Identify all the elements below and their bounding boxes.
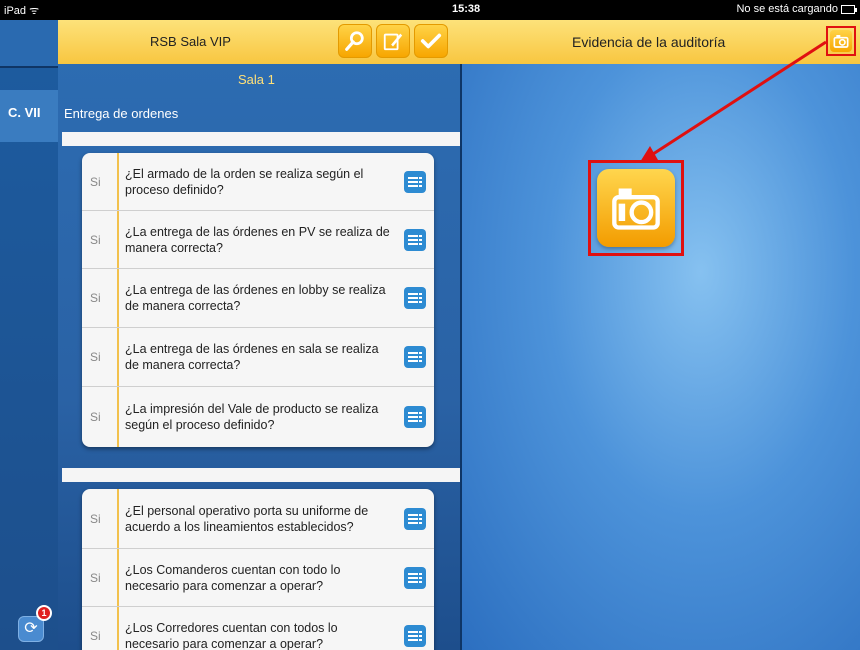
notes-button[interactable] [404, 287, 426, 309]
camera-button[interactable] [826, 26, 856, 56]
question-text: ¿La entrega de las órdenes en sala se re… [125, 342, 379, 372]
group-divider [62, 132, 460, 146]
questions-header: RSB Sala VIP [58, 20, 462, 64]
search-icon [345, 31, 364, 51]
evidence-title: Evidencia de la auditoría [572, 34, 726, 50]
notes-button[interactable] [404, 346, 426, 368]
question-row[interactable]: Si ¿El personal operativo porta su unifo… [82, 489, 434, 549]
question-row[interactable]: Si ¿La entrega de las órdenes en PV se r… [82, 211, 434, 269]
notes-button[interactable] [404, 507, 426, 530]
search-button[interactable] [338, 24, 372, 58]
left-nav-label: C. VII [8, 105, 41, 120]
question-text: ¿La entrega de las órdenes en lobby se r… [125, 283, 386, 313]
notes-button[interactable] [404, 406, 426, 428]
edit-button[interactable] [376, 24, 410, 58]
charging-status: No se está cargando [736, 3, 838, 15]
answer-value: Si [90, 350, 101, 364]
camera-icon [612, 188, 660, 230]
answer-value: Si [90, 291, 101, 305]
question-group: Si ¿El personal operativo porta su unifo… [82, 489, 434, 650]
answer-value: Si [90, 232, 101, 247]
answer-value: Si [90, 570, 101, 585]
question-text: ¿El armado de la orden se realiza según … [125, 166, 364, 197]
evidence-panel: Evidencia de la auditoría [462, 20, 860, 650]
question-row[interactable]: Si ¿La entrega de las órdenes en lobby s… [82, 269, 434, 328]
left-navigation: C. VII [0, 20, 60, 650]
questions-panel: RSB Sala VIP Sala 1 Entrega de ordenes S… [58, 20, 462, 650]
battery-icon [841, 5, 857, 14]
question-text: ¿La impresión del Vale de producto se re… [125, 402, 379, 432]
page-title: RSB Sala VIP [150, 34, 231, 49]
sync-badge: 1 [36, 605, 52, 621]
camera-icon [833, 35, 849, 48]
question-row[interactable]: Si ¿La entrega de las órdenes en sala se… [82, 328, 434, 387]
answer-value: Si [90, 629, 101, 643]
confirm-button[interactable] [414, 24, 448, 58]
question-row[interactable]: Si ¿Los Comanderos cuentan con todo lo n… [82, 549, 434, 607]
answer-value: Si [90, 174, 101, 189]
question-text: ¿Los Corredores cuentan con todos lo nec… [125, 621, 338, 650]
question-row[interactable]: Si ¿Los Corredores cuentan con todos lo … [82, 607, 434, 650]
section-title: Sala 1 [238, 72, 275, 87]
notes-button[interactable] [404, 228, 426, 251]
question-text: ¿Los Comanderos cuentan con todo lo nece… [125, 562, 341, 593]
left-header [0, 20, 60, 68]
camera-highlight [588, 160, 684, 256]
sync-icon: ⟳ [24, 620, 38, 637]
question-row[interactable]: Si ¿La impresión del Vale de producto se… [82, 387, 434, 447]
section-name: Entrega de ordenes [64, 106, 179, 121]
notes-button[interactable] [404, 625, 426, 647]
notes-button[interactable] [404, 170, 426, 193]
notes-button[interactable] [404, 566, 426, 589]
group-divider [62, 468, 460, 482]
question-text: ¿La entrega de las órdenes en PV se real… [125, 224, 390, 255]
answer-value: Si [90, 410, 101, 424]
device-label: iPad ᯤ [4, 5, 40, 17]
edit-icon [383, 33, 403, 51]
evidence-header: Evidencia de la auditoría [462, 20, 860, 64]
checkmark-icon [420, 33, 442, 49]
status-bar: iPad ᯤ 15:38 No se está cargando [0, 0, 860, 20]
answer-value: Si [90, 511, 101, 526]
clock: 15:38 [452, 3, 481, 15]
question-text: ¿El personal operativo porta su uniforme… [125, 503, 369, 534]
question-row[interactable]: Si ¿El armado de la orden se realiza seg… [82, 153, 434, 211]
question-group: Si ¿El armado de la orden se realiza seg… [82, 153, 434, 447]
